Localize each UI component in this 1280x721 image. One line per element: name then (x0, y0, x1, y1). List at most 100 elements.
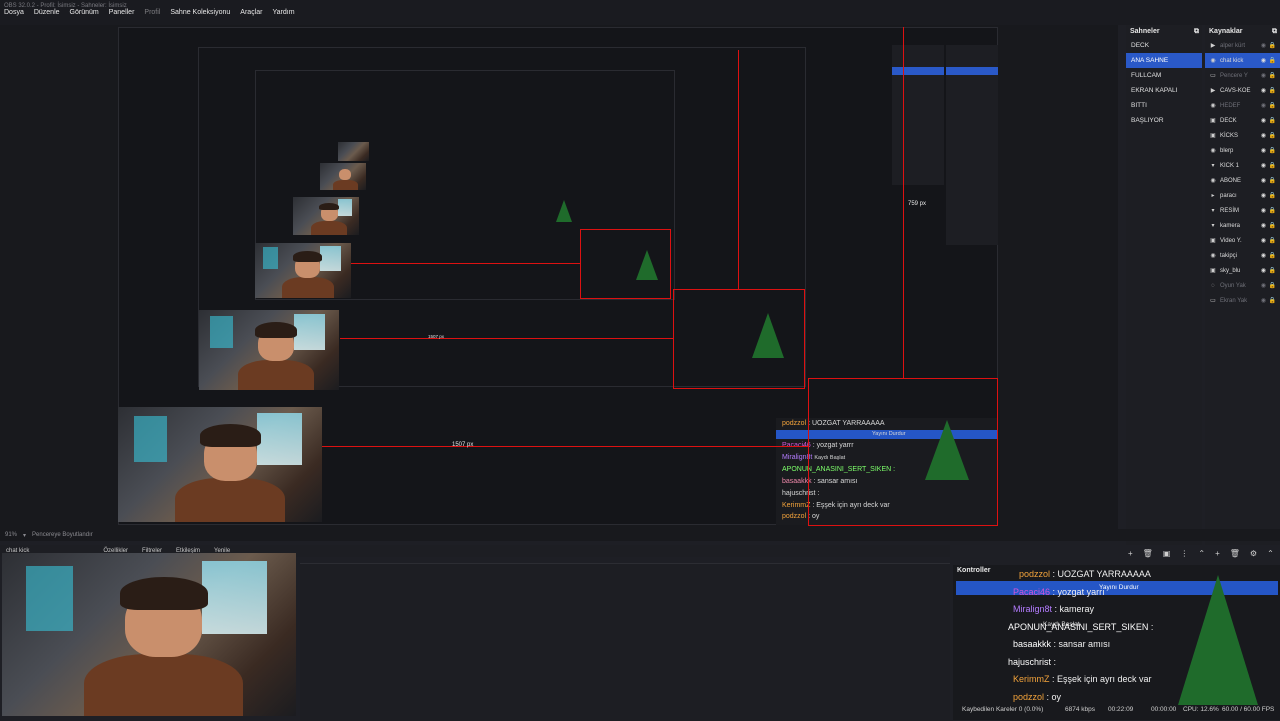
visibility-eye-icon[interactable]: ◉ (1261, 42, 1266, 49)
scene-item[interactable]: DECK (1126, 38, 1202, 53)
source-item[interactable]: ▸ paracı ◉ 🔒 (1205, 188, 1280, 203)
gear-icon[interactable]: ⚙ (1250, 549, 1257, 558)
source-item[interactable]: ◉ takipçi ◉ 🔒 (1205, 248, 1280, 263)
source-item[interactable]: ◉ chat kick ◉ 🔒 (1205, 53, 1280, 68)
source-item[interactable]: ◉ ABONE ◉ 🔒 (1205, 173, 1280, 188)
source-item[interactable]: ◉ HEDEF ◉ 🔒 (1205, 98, 1280, 113)
trash-icon[interactable]: 🗑 (1143, 549, 1153, 558)
selection-box[interactable] (808, 378, 998, 526)
dock-menu-icon[interactable]: ⧉ (1194, 28, 1199, 36)
lock-icon[interactable]: 🔒 (1269, 297, 1276, 304)
lock-icon[interactable]: 🔒 (1269, 147, 1276, 154)
visibility-eye-icon[interactable]: ◉ (1261, 132, 1266, 139)
lock-icon[interactable]: 🔒 (1269, 222, 1276, 229)
visibility-eye-icon[interactable]: ◉ (1261, 147, 1266, 154)
lock-icon[interactable]: 🔒 (1269, 177, 1276, 184)
menu-yardim[interactable]: Yardım (272, 9, 294, 16)
source-item[interactable]: ▣ Video Y. ◉ 🔒 (1205, 233, 1280, 248)
source-item[interactable]: ◌ Oyun Yak ◉ 🔒 (1205, 278, 1280, 293)
visibility-eye-icon[interactable]: ◉ (1261, 267, 1266, 274)
lock-icon[interactable]: 🔒 (1269, 42, 1276, 49)
lock-icon[interactable]: 🔒 (1269, 192, 1276, 199)
visibility-eye-icon[interactable]: ◉ (1261, 237, 1266, 244)
source-item[interactable]: ◉ blerp ◉ 🔒 (1205, 143, 1280, 158)
menu-paneller[interactable]: Paneller (109, 9, 135, 16)
source-item[interactable]: ▭ Ekran Yak ◉ 🔒 (1205, 293, 1280, 308)
menu-dots-icon[interactable]: ⋮ (1180, 549, 1188, 558)
visibility-eye-icon[interactable]: ◉ (1261, 207, 1266, 214)
chevron-down-icon[interactable]: ▾ (23, 532, 26, 539)
source-label: Ekran Yak (1220, 297, 1248, 304)
visibility-eye-icon[interactable]: ◉ (1261, 297, 1266, 304)
lock-icon[interactable]: 🔒 (1269, 162, 1276, 169)
christmas-tree-image (1178, 575, 1258, 705)
zoom-level[interactable]: 91% (5, 532, 17, 538)
source-item[interactable]: ▣ KİCKS ◉ 🔒 (1205, 128, 1280, 143)
lock-icon[interactable]: 🔒 (1269, 102, 1276, 109)
source-item[interactable]: ▾ RESİM ◉ 🔒 (1205, 203, 1280, 218)
visibility-eye-icon[interactable]: ◉ (1261, 222, 1266, 229)
lock-icon[interactable]: 🔒 (1269, 252, 1276, 259)
source-item[interactable]: ▾ KICK 1 ◉ 🔒 (1205, 158, 1280, 173)
chat-message: Miralign8t : kameray (1013, 604, 1095, 614)
chat-message: basaakkk : sansar amısı (1013, 639, 1111, 649)
source-type-icon: ▭ (1210, 73, 1216, 79)
resize-to-window[interactable]: Pencereye Boyutlandır (32, 532, 93, 538)
lock-icon[interactable]: 🔒 (1269, 267, 1276, 274)
chat-message: hajuschrist : (1008, 656, 1057, 667)
nested-sources-dock (946, 45, 998, 245)
source-item[interactable]: ▶ alper kürt ◉ 🔒 (1205, 38, 1280, 53)
menu-duzenle[interactable]: Düzenle (34, 9, 60, 16)
visibility-eye-icon[interactable]: ◉ (1261, 177, 1266, 184)
source-type-icon: ▶ (1210, 88, 1216, 94)
visibility-eye-icon[interactable]: ◉ (1261, 252, 1266, 259)
source-label: KİCKS (1220, 132, 1239, 139)
chevron-up-icon[interactable]: ⌃ (1267, 549, 1274, 558)
source-item[interactable]: ▶ CAVS-KOE ◉ 🔒 (1205, 83, 1280, 98)
menu-profil[interactable]: Profil (144, 9, 160, 16)
menu-sahne-koleksiyonu[interactable]: Sahne Koleksiyonu (170, 9, 230, 16)
lock-icon[interactable]: 🔒 (1269, 132, 1276, 139)
source-item[interactable]: ▭ Pencere Y ◉ 🔒 (1205, 68, 1280, 83)
lock-icon[interactable]: 🔒 (1269, 87, 1276, 94)
lock-icon[interactable]: 🔒 (1269, 237, 1276, 244)
lock-icon[interactable]: 🔒 (1269, 57, 1276, 64)
source-type-icon: ◉ (1210, 253, 1216, 259)
menu-dosya[interactable]: Dosya (4, 9, 24, 16)
lock-icon[interactable]: 🔒 (1269, 117, 1276, 124)
visibility-eye-icon[interactable]: ◉ (1261, 192, 1266, 199)
lock-icon[interactable]: 🔒 (1269, 72, 1276, 79)
scene-item[interactable]: BITTI (1126, 98, 1202, 113)
visibility-eye-icon[interactable]: ◉ (1261, 282, 1266, 289)
visibility-eye-icon[interactable]: ◉ (1261, 87, 1266, 94)
scene-item[interactable]: FULLCAM (1126, 68, 1202, 83)
visibility-eye-icon[interactable]: ◉ (1261, 102, 1266, 109)
scenes-header: Sahneler ⧉ (1130, 27, 1199, 36)
scene-item[interactable]: BAŞLIYOR (1126, 113, 1202, 128)
lock-icon[interactable]: 🔒 (1269, 282, 1276, 289)
scene-item[interactable]: ANA SAHNE (1126, 53, 1202, 68)
source-item[interactable]: ▾ kamera ◉ 🔒 (1205, 218, 1280, 233)
lock-icon[interactable]: 🔒 (1269, 207, 1276, 214)
visibility-eye-icon[interactable]: ◉ (1261, 57, 1266, 64)
menu-araclar[interactable]: Araçlar (240, 9, 262, 16)
source-label: ABONE (1220, 177, 1242, 184)
add-icon[interactable]: + (1215, 549, 1220, 558)
source-item[interactable]: ▣ DECK ◉ 🔒 (1205, 113, 1280, 128)
webcam-nested-1 (199, 310, 339, 390)
visibility-eye-icon[interactable]: ◉ (1261, 162, 1266, 169)
dimension-label-width: 1507 px (452, 442, 474, 448)
menu-gorunum[interactable]: Görünüm (70, 9, 99, 16)
source-item[interactable]: ▣ sky_blu ◉ 🔒 (1205, 263, 1280, 278)
visibility-eye-icon[interactable]: ◉ (1261, 117, 1266, 124)
trash-icon[interactable]: 🗑 (1230, 549, 1240, 558)
chevron-up-icon[interactable]: ⌃ (1198, 549, 1205, 558)
selection-box-nested (673, 289, 805, 389)
preview-canvas[interactable]: podzzol : UOZGAT YARRAAAAA Yayını Durdur… (0, 25, 1118, 529)
add-icon[interactable]: + (1128, 549, 1133, 558)
dock-menu-icon[interactable]: ⧉ (1272, 28, 1277, 36)
visibility-eye-icon[interactable]: ◉ (1261, 72, 1266, 79)
source-label: HEDEF (1220, 102, 1241, 109)
scene-item[interactable]: EKRAN KAPALI (1126, 83, 1202, 98)
filter-icon[interactable]: ▣ (1163, 549, 1171, 558)
